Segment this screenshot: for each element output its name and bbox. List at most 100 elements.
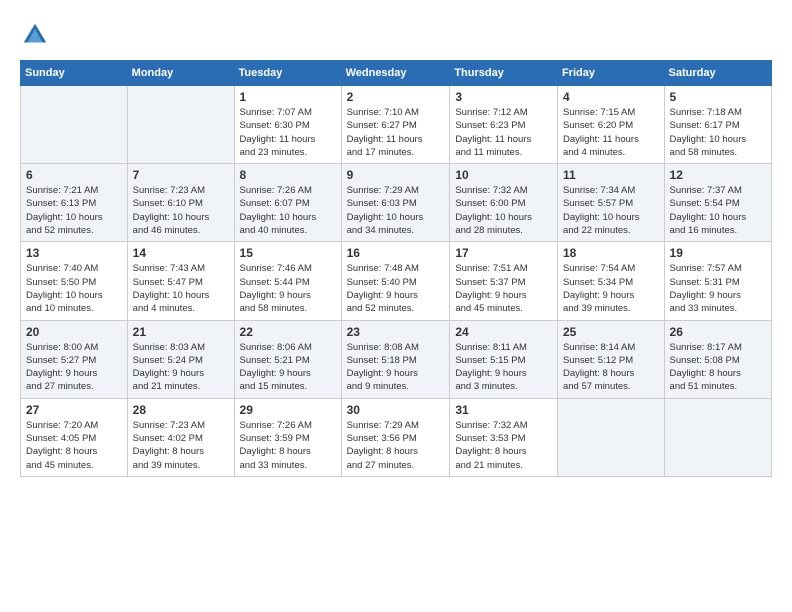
day-detail: Sunrise: 7:34 AM Sunset: 5:57 PM Dayligh… [563, 184, 659, 237]
day-number: 18 [563, 246, 659, 260]
logo [20, 20, 54, 50]
calendar-cell: 16 Sunrise: 7:48 AM Sunset: 5:40 PM Dayli… [341, 242, 450, 320]
day-detail: Sunrise: 7:40 AM Sunset: 5:50 PM Dayligh… [26, 262, 122, 315]
day-number: 27 [26, 403, 122, 417]
day-number: 7 [133, 168, 229, 182]
day-number: 2 [347, 90, 445, 104]
calendar-cell: 1 Sunrise: 7:07 AM Sunset: 6:30 PM Daylig… [234, 86, 341, 164]
day-detail: Sunrise: 7:57 AM Sunset: 5:31 PM Dayligh… [670, 262, 766, 315]
calendar-cell: 3 Sunrise: 7:12 AM Sunset: 6:23 PM Daylig… [450, 86, 558, 164]
calendar-cell: 21 Sunrise: 8:03 AM Sunset: 5:24 PM Dayli… [127, 320, 234, 398]
calendar-cell: 12 Sunrise: 7:37 AM Sunset: 5:54 PM Dayli… [664, 164, 771, 242]
calendar-week-row: 27 Sunrise: 7:20 AM Sunset: 4:05 PM Dayli… [21, 398, 772, 476]
day-detail: Sunrise: 8:14 AM Sunset: 5:12 PM Dayligh… [563, 341, 659, 394]
day-detail: Sunrise: 8:11 AM Sunset: 5:15 PM Dayligh… [455, 341, 552, 394]
day-detail: Sunrise: 8:06 AM Sunset: 5:21 PM Dayligh… [240, 341, 336, 394]
day-header-tuesday: Tuesday [234, 61, 341, 86]
day-number: 15 [240, 246, 336, 260]
calendar-cell: 4Sunrise: 7:15 AM Sunset: 6:20 PM Daylig… [557, 86, 664, 164]
day-detail: Sunrise: 8:03 AM Sunset: 5:24 PM Dayligh… [133, 341, 229, 394]
day-number: 5 [670, 90, 766, 104]
calendar-week-row: 13 Sunrise: 7:40 AM Sunset: 5:50 PM Dayli… [21, 242, 772, 320]
day-detail: Sunrise: 7:20 AM Sunset: 4:05 PM Dayligh… [26, 419, 122, 472]
day-number: 29 [240, 403, 336, 417]
day-detail: Sunrise: 7:32 AM Sunset: 6:00 PM Dayligh… [455, 184, 552, 237]
calendar-cell: 25 Sunrise: 8:14 AM Sunset: 5:12 PM Dayli… [557, 320, 664, 398]
calendar-cell: 10 Sunrise: 7:32 AM Sunset: 6:00 PM Dayli… [450, 164, 558, 242]
day-number: 11 [563, 168, 659, 182]
day-number: 25 [563, 325, 659, 339]
calendar-cell: 7 Sunrise: 7:23 AM Sunset: 6:10 PM Daylig… [127, 164, 234, 242]
day-detail: Sunrise: 7:29 AM Sunset: 6:03 PM Dayligh… [347, 184, 445, 237]
day-header-friday: Friday [557, 61, 664, 86]
calendar-cell: 2Sunrise: 7:10 AM Sunset: 6:27 PM Daylig… [341, 86, 450, 164]
day-number: 28 [133, 403, 229, 417]
calendar-week-row: 1 Sunrise: 7:07 AM Sunset: 6:30 PM Daylig… [21, 86, 772, 164]
day-header-monday: Monday [127, 61, 234, 86]
day-number: 31 [455, 403, 552, 417]
day-number: 12 [670, 168, 766, 182]
day-detail: Sunrise: 7:23 AM Sunset: 4:02 PM Dayligh… [133, 419, 229, 472]
calendar-cell: 27 Sunrise: 7:20 AM Sunset: 4:05 PM Dayli… [21, 398, 128, 476]
day-detail: Sunrise: 7:26 AM Sunset: 3:59 PM Dayligh… [240, 419, 336, 472]
calendar-cell: 8 Sunrise: 7:26 AM Sunset: 6:07 PM Daylig… [234, 164, 341, 242]
day-number: 3 [455, 90, 552, 104]
day-number: 30 [347, 403, 445, 417]
day-detail: Sunrise: 7:26 AM Sunset: 6:07 PM Dayligh… [240, 184, 336, 237]
calendar-cell: 20Sunrise: 8:00 AM Sunset: 5:27 PM Dayli… [21, 320, 128, 398]
day-header-saturday: Saturday [664, 61, 771, 86]
calendar-cell: 5 Sunrise: 7:18 AM Sunset: 6:17 PM Daylig… [664, 86, 771, 164]
day-number: 22 [240, 325, 336, 339]
calendar-cell: 30 Sunrise: 7:29 AM Sunset: 3:56 PM Dayli… [341, 398, 450, 476]
day-detail: Sunrise: 8:00 AM Sunset: 5:27 PM Dayligh… [26, 341, 122, 394]
day-number: 10 [455, 168, 552, 182]
calendar-header-row: SundayMondayTuesdayWednesdayThursdayFrid… [21, 61, 772, 86]
calendar-cell: 31 Sunrise: 7:32 AM Sunset: 3:53 PM Dayli… [450, 398, 558, 476]
day-detail: Sunrise: 8:08 AM Sunset: 5:18 PM Dayligh… [347, 341, 445, 394]
calendar-cell: 19 Sunrise: 7:57 AM Sunset: 5:31 PM Dayli… [664, 242, 771, 320]
calendar-cell: 15 Sunrise: 7:46 AM Sunset: 5:44 PM Dayli… [234, 242, 341, 320]
day-number: 6 [26, 168, 122, 182]
day-number: 8 [240, 168, 336, 182]
calendar-cell: 14Sunrise: 7:43 AM Sunset: 5:47 PM Dayli… [127, 242, 234, 320]
calendar-cell: 17 Sunrise: 7:51 AM Sunset: 5:37 PM Dayli… [450, 242, 558, 320]
day-detail: Sunrise: 7:12 AM Sunset: 6:23 PM Dayligh… [455, 106, 552, 159]
day-number: 16 [347, 246, 445, 260]
day-number: 26 [670, 325, 766, 339]
day-header-sunday: Sunday [21, 61, 128, 86]
day-number: 13 [26, 246, 122, 260]
day-number: 21 [133, 325, 229, 339]
calendar-cell [127, 86, 234, 164]
day-detail: Sunrise: 7:37 AM Sunset: 5:54 PM Dayligh… [670, 184, 766, 237]
calendar-cell: 9 Sunrise: 7:29 AM Sunset: 6:03 PM Daylig… [341, 164, 450, 242]
day-header-thursday: Thursday [450, 61, 558, 86]
calendar-cell: 29 Sunrise: 7:26 AM Sunset: 3:59 PM Dayli… [234, 398, 341, 476]
day-detail: Sunrise: 7:32 AM Sunset: 3:53 PM Dayligh… [455, 419, 552, 472]
calendar-cell: 11 Sunrise: 7:34 AM Sunset: 5:57 PM Dayli… [557, 164, 664, 242]
logo-icon [20, 20, 50, 50]
day-number: 17 [455, 246, 552, 260]
calendar-cell [21, 86, 128, 164]
day-detail: Sunrise: 7:07 AM Sunset: 6:30 PM Dayligh… [240, 106, 336, 159]
day-detail: Sunrise: 7:29 AM Sunset: 3:56 PM Dayligh… [347, 419, 445, 472]
day-number: 9 [347, 168, 445, 182]
day-detail: Sunrise: 7:18 AM Sunset: 6:17 PM Dayligh… [670, 106, 766, 159]
page-header [20, 20, 772, 50]
calendar-week-row: 6 Sunrise: 7:21 AM Sunset: 6:13 PM Daylig… [21, 164, 772, 242]
day-detail: Sunrise: 7:48 AM Sunset: 5:40 PM Dayligh… [347, 262, 445, 315]
calendar-cell [557, 398, 664, 476]
day-detail: Sunrise: 7:21 AM Sunset: 6:13 PM Dayligh… [26, 184, 122, 237]
day-detail: Sunrise: 7:43 AM Sunset: 5:47 PM Dayligh… [133, 262, 229, 315]
calendar-cell: 22 Sunrise: 8:06 AM Sunset: 5:21 PM Dayli… [234, 320, 341, 398]
day-number: 19 [670, 246, 766, 260]
day-number: 1 [240, 90, 336, 104]
calendar-week-row: 20Sunrise: 8:00 AM Sunset: 5:27 PM Dayli… [21, 320, 772, 398]
calendar-cell: 24Sunrise: 8:11 AM Sunset: 5:15 PM Dayli… [450, 320, 558, 398]
day-detail: Sunrise: 7:54 AM Sunset: 5:34 PM Dayligh… [563, 262, 659, 315]
calendar-table: SundayMondayTuesdayWednesdayThursdayFrid… [20, 60, 772, 477]
day-detail: Sunrise: 7:46 AM Sunset: 5:44 PM Dayligh… [240, 262, 336, 315]
day-detail: Sunrise: 7:51 AM Sunset: 5:37 PM Dayligh… [455, 262, 552, 315]
day-header-wednesday: Wednesday [341, 61, 450, 86]
day-number: 23 [347, 325, 445, 339]
day-detail: Sunrise: 7:23 AM Sunset: 6:10 PM Dayligh… [133, 184, 229, 237]
